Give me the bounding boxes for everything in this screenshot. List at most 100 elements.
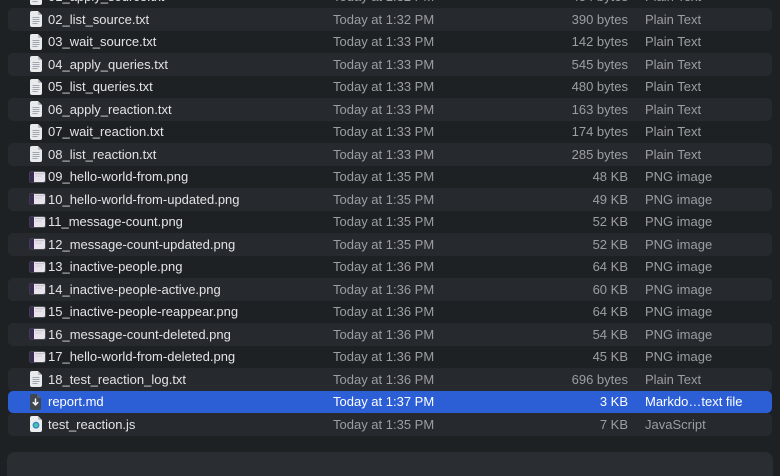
date-modified: Today at 1:36 PM: [333, 304, 528, 319]
text-file-icon: [29, 79, 43, 95]
file-row[interactable]: 11_message-count.png Today at 1:35 PM 52…: [8, 211, 772, 234]
file-row[interactable]: 07_wait_reaction.txt Today at 1:33 PM 17…: [8, 121, 772, 144]
date-modified: Today at 1:33 PM: [333, 124, 528, 139]
text-file-icon: [29, 0, 43, 5]
file-name: 14_inactive-people-active.png: [48, 282, 333, 297]
file-size: 545 bytes: [528, 57, 628, 72]
bottom-status-bar: [7, 452, 773, 476]
file-name: 04_apply_queries.txt: [48, 57, 333, 72]
file-list: 01_apply_source.txt Today at 1:32 PM 454…: [0, 0, 780, 436]
file-size: 163 bytes: [528, 102, 628, 117]
file-row[interactable]: 09_hello-world-from.png Today at 1:35 PM…: [8, 166, 772, 189]
file-size: 52 KB: [528, 214, 628, 229]
file-row[interactable]: report.md Today at 1:37 PM 3 KB Markdo…t…: [8, 391, 772, 414]
file-name: 13_inactive-people.png: [48, 259, 333, 274]
file-row[interactable]: 05_list_queries.txt Today at 1:33 PM 480…: [8, 76, 772, 99]
date-modified: Today at 1:32 PM: [333, 0, 528, 4]
file-name: 16_message-count-deleted.png: [48, 327, 333, 342]
image-thumbnail-icon: [29, 261, 46, 273]
file-size: 3 KB: [528, 394, 628, 409]
text-file-icon: [29, 11, 43, 27]
file-row[interactable]: 15_inactive-people-reappear.png Today at…: [8, 301, 772, 324]
file-size: 142 bytes: [528, 34, 628, 49]
date-modified: Today at 1:36 PM: [333, 259, 528, 274]
file-kind: Plain Text: [628, 372, 772, 387]
file-name: 06_apply_reaction.txt: [48, 102, 333, 117]
image-thumbnail-icon: [29, 351, 46, 363]
javascript-file-icon: [29, 416, 43, 432]
file-row[interactable]: 01_apply_source.txt Today at 1:32 PM 454…: [8, 0, 772, 8]
file-kind: Plain Text: [628, 79, 772, 94]
file-name: 15_inactive-people-reappear.png: [48, 304, 333, 319]
file-row[interactable]: 17_hello-world-from-deleted.png Today at…: [8, 346, 772, 369]
date-modified: Today at 1:35 PM: [333, 237, 528, 252]
file-size: 454 bytes: [528, 0, 628, 4]
file-row[interactable]: 12_message-count-updated.png Today at 1:…: [8, 233, 772, 256]
date-modified: Today at 1:37 PM: [333, 394, 528, 409]
file-row[interactable]: 04_apply_queries.txt Today at 1:33 PM 54…: [8, 53, 772, 76]
file-size: 696 bytes: [528, 372, 628, 387]
date-modified: Today at 1:33 PM: [333, 57, 528, 72]
file-size: 390 bytes: [528, 12, 628, 27]
file-size: 52 KB: [528, 237, 628, 252]
date-modified: Today at 1:36 PM: [333, 372, 528, 387]
date-modified: Today at 1:33 PM: [333, 34, 528, 49]
file-size: 54 KB: [528, 327, 628, 342]
file-size: 480 bytes: [528, 79, 628, 94]
file-row[interactable]: test_reaction.js Today at 1:35 PM 7 KB J…: [8, 413, 772, 436]
file-kind: Plain Text: [628, 34, 772, 49]
markdown-file-icon: [29, 394, 42, 410]
file-size: 49 KB: [528, 192, 628, 207]
file-kind: PNG image: [628, 214, 772, 229]
file-kind: Plain Text: [628, 147, 772, 162]
file-kind: PNG image: [628, 169, 772, 184]
file-kind: Plain Text: [628, 102, 772, 117]
file-kind: Plain Text: [628, 124, 772, 139]
file-kind: PNG image: [628, 349, 772, 364]
file-name: 10_hello-world-from-updated.png: [48, 192, 333, 207]
file-name: 17_hello-world-from-deleted.png: [48, 349, 333, 364]
file-row[interactable]: 08_list_reaction.txt Today at 1:33 PM 28…: [8, 143, 772, 166]
date-modified: Today at 1:35 PM: [333, 169, 528, 184]
file-row[interactable]: 13_inactive-people.png Today at 1:36 PM …: [8, 256, 772, 279]
date-modified: Today at 1:35 PM: [333, 214, 528, 229]
text-file-icon: [29, 34, 43, 50]
file-kind: Markdo…text file: [628, 394, 772, 409]
file-kind: PNG image: [628, 259, 772, 274]
file-size: 285 bytes: [528, 147, 628, 162]
file-name: 07_wait_reaction.txt: [48, 124, 333, 139]
text-file-icon: [29, 101, 43, 117]
file-kind: Plain Text: [628, 57, 772, 72]
file-size: 60 KB: [528, 282, 628, 297]
file-size: 48 KB: [528, 169, 628, 184]
file-size: 174 bytes: [528, 124, 628, 139]
file-name: 03_wait_source.txt: [48, 34, 333, 49]
file-row[interactable]: 10_hello-world-from-updated.png Today at…: [8, 188, 772, 211]
text-file-icon: [29, 371, 43, 387]
file-row[interactable]: 18_test_reaction_log.txt Today at 1:36 P…: [8, 368, 772, 391]
file-name: report.md: [48, 394, 333, 409]
file-kind: PNG image: [628, 327, 772, 342]
image-thumbnail-icon: [29, 328, 46, 340]
file-row[interactable]: 03_wait_source.txt Today at 1:33 PM 142 …: [8, 31, 772, 54]
file-row[interactable]: 16_message-count-deleted.png Today at 1:…: [8, 323, 772, 346]
file-row[interactable]: 14_inactive-people-active.png Today at 1…: [8, 278, 772, 301]
file-row[interactable]: 02_list_source.txt Today at 1:32 PM 390 …: [8, 8, 772, 31]
file-kind: PNG image: [628, 304, 772, 319]
date-modified: Today at 1:35 PM: [333, 417, 528, 432]
image-thumbnail-icon: [29, 283, 46, 295]
text-file-icon: [29, 56, 43, 72]
file-name: 02_list_source.txt: [48, 12, 333, 27]
file-size: 45 KB: [528, 349, 628, 364]
file-name: 11_message-count.png: [48, 214, 333, 229]
date-modified: Today at 1:35 PM: [333, 192, 528, 207]
file-row[interactable]: 06_apply_reaction.txt Today at 1:33 PM 1…: [8, 98, 772, 121]
file-kind: JavaScript: [628, 417, 772, 432]
image-thumbnail-icon: [29, 238, 46, 250]
file-kind: Plain Text: [628, 12, 772, 27]
image-thumbnail-icon: [29, 171, 46, 183]
image-thumbnail-icon: [29, 216, 46, 228]
file-kind: PNG image: [628, 192, 772, 207]
file-kind: Plain Text: [628, 0, 772, 4]
text-file-icon: [29, 124, 43, 140]
